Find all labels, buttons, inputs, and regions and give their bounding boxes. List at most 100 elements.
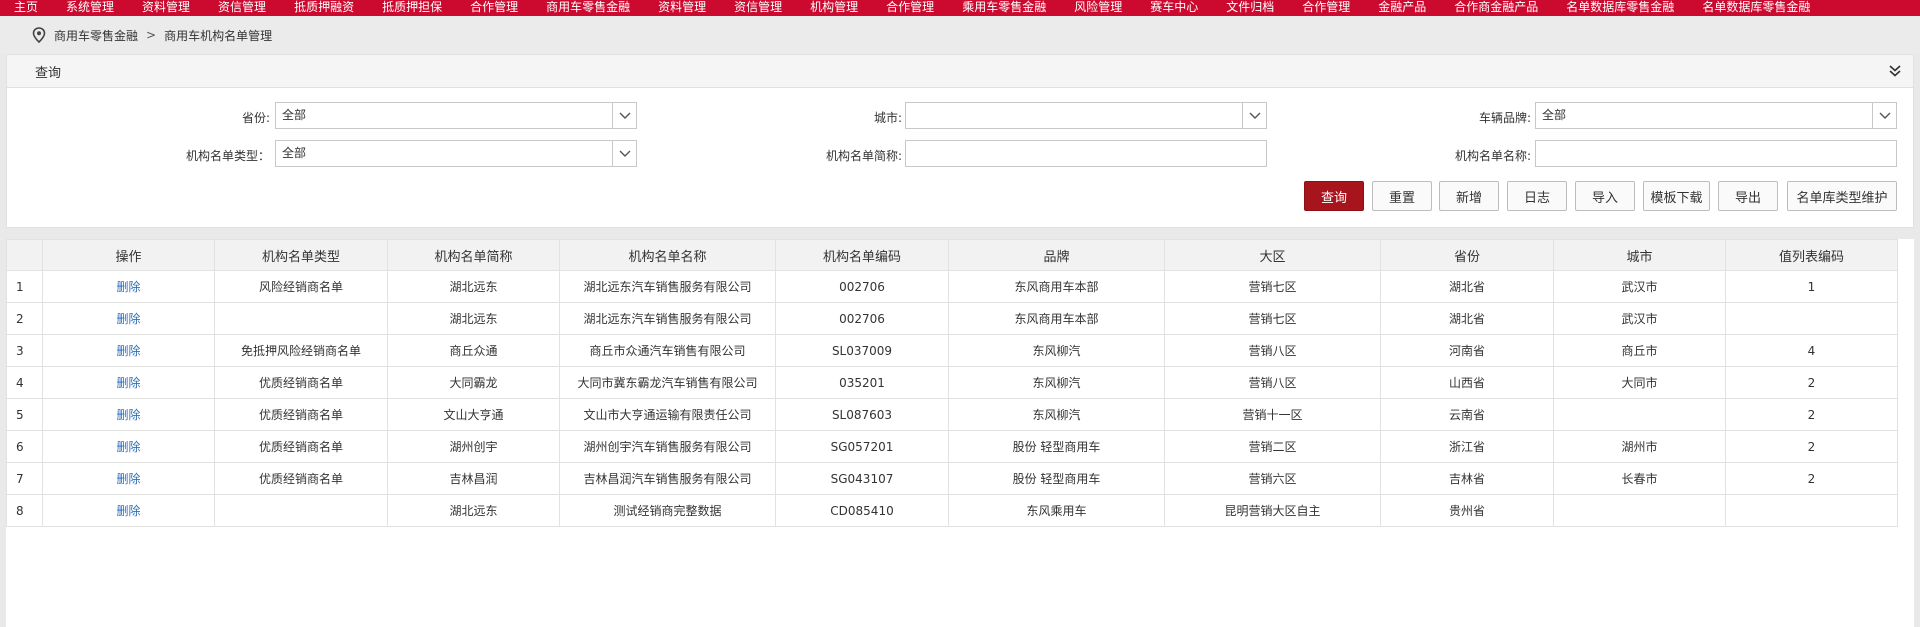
list-type-select[interactable]: 全部: [275, 140, 637, 167]
table-cell: 浙江省: [1380, 430, 1554, 463]
table-row: 2 删除 湖北远东 湖北远东汽车销售服务有限公司 002706 东风商用车本部 营销七区 湖北…: [6, 302, 1898, 335]
top-nav-item[interactable]: 合作管理: [1288, 1, 1364, 13]
chevron-down-icon[interactable]: [612, 103, 636, 128]
top-nav-item[interactable]: 合作管理: [872, 1, 948, 13]
column-header: 大区: [1164, 239, 1381, 271]
table-cell: 2: [1725, 366, 1898, 399]
log-button[interactable]: 日志: [1507, 181, 1567, 211]
province-select[interactable]: 全部: [275, 102, 637, 129]
column-header: 品牌: [948, 239, 1165, 271]
add-button[interactable]: 新增: [1439, 181, 1499, 211]
delete-link[interactable]: 删除: [116, 280, 140, 294]
top-nav-item[interactable]: 资料管理: [128, 1, 204, 13]
top-nav-item[interactable]: 抵质押融资: [280, 1, 368, 13]
table-cell: 优质经销商名单: [214, 398, 388, 431]
delete-link[interactable]: 删除: [116, 344, 140, 358]
table-cell: 东风商用车本部: [948, 270, 1165, 303]
table-cell: 股份 轻型商用车: [948, 462, 1165, 495]
list-short-name-label: 机构名单简称:: [825, 149, 902, 163]
table-row: 8 删除 湖北远东 测试经销商完整数据 CD085410 东风乘用车 昆明营销大区自主 贵州省: [6, 494, 1898, 527]
table-cell: 湖北远东汽车销售服务有限公司: [559, 302, 776, 335]
column-header: 机构名单类型: [214, 239, 388, 271]
top-nav-item[interactable]: 资信管理: [720, 1, 796, 13]
row-action-cell: 删除: [42, 302, 215, 335]
table-cell: 东风乘用车: [948, 494, 1165, 527]
top-nav-item[interactable]: 金融产品: [1364, 1, 1440, 13]
table-cell: 4: [1725, 334, 1898, 367]
template-download-button[interactable]: 模板下载: [1643, 181, 1710, 211]
column-header: 机构名单编码: [775, 239, 949, 271]
top-nav-item[interactable]: 风险管理: [1060, 1, 1136, 13]
table-cell: 002706: [775, 302, 949, 335]
delete-link[interactable]: 删除: [116, 408, 140, 422]
row-index-cell: 3: [6, 334, 43, 367]
table-row: 3 删除 免抵押风险经销商名单 商丘众通 商丘市众通汽车销售有限公司 SL037009 东风…: [6, 334, 1898, 367]
table-cell: SG057201: [775, 430, 949, 463]
export-button[interactable]: 导出: [1718, 181, 1778, 211]
top-nav-item[interactable]: 抵质押担保: [368, 1, 456, 13]
table-cell: 2: [1725, 462, 1898, 495]
table-cell: 营销七区: [1164, 302, 1381, 335]
vehicle-brand-label: 车辆品牌:: [1478, 111, 1531, 125]
query-panel-title: 查询: [35, 65, 62, 81]
table-cell: 湖北远东汽车销售服务有限公司: [559, 270, 776, 303]
breadcrumb-current: 商用车机构名单管理: [164, 28, 273, 43]
list-short-name-input[interactable]: [905, 140, 1267, 167]
table-cell: 文山大亨通: [387, 398, 560, 431]
table-cell: 贵州省: [1380, 494, 1554, 527]
delete-link[interactable]: 删除: [116, 376, 140, 390]
top-nav-item[interactable]: 资料管理: [644, 1, 720, 13]
top-nav-item[interactable]: 名单数据库零售金融: [1552, 1, 1688, 13]
top-nav-item[interactable]: 商用车零售金融: [532, 1, 644, 13]
top-nav-item[interactable]: 系统管理: [52, 1, 128, 13]
query-panel-header[interactable]: 查询: [7, 55, 1913, 88]
top-nav-item[interactable]: 合作商金融产品: [1440, 1, 1552, 13]
table-cell: 营销十一区: [1164, 398, 1381, 431]
breadcrumb-separator: >: [146, 28, 157, 42]
column-header: 值列表编码: [1725, 239, 1898, 271]
delete-link[interactable]: 删除: [116, 312, 140, 326]
table-cell: 湖北省: [1380, 270, 1554, 303]
table-cell: 湖州市: [1553, 430, 1726, 463]
column-header: 省份: [1380, 239, 1554, 271]
row-action-cell: 删除: [42, 270, 215, 303]
table-cell: [1725, 494, 1898, 527]
list-type-maintain-button[interactable]: 名单库类型维护: [1787, 181, 1897, 211]
chevron-down-icon[interactable]: [1872, 103, 1896, 128]
top-nav-item[interactable]: 资信管理: [204, 1, 280, 13]
table-row: 4 删除 优质经销商名单 大同霸龙 大同市冀东霸龙汽车销售有限公司 035201 东风柳汽营…: [6, 366, 1898, 399]
top-nav-item[interactable]: 合作管理: [456, 1, 532, 13]
top-nav-item[interactable]: 乘用车零售金融: [948, 1, 1060, 13]
chevron-down-icon[interactable]: [612, 141, 636, 166]
top-nav-item[interactable]: 赛车中心: [1136, 1, 1212, 13]
import-button[interactable]: 导入: [1575, 181, 1635, 211]
top-nav-item[interactable]: 主页: [0, 1, 52, 13]
list-type-label: 机构名单类型：: [185, 149, 270, 163]
top-nav-item[interactable]: 文件归档: [1212, 1, 1288, 13]
delete-link[interactable]: 删除: [116, 504, 140, 518]
top-nav-item[interactable]: 机构管理: [796, 1, 872, 13]
table-cell: 吉林昌润: [387, 462, 560, 495]
breadcrumb-root[interactable]: 商用车零售金融: [54, 27, 138, 44]
table-cell: 东风柳汽: [948, 366, 1165, 399]
row-action-cell: 删除: [42, 366, 215, 399]
chevron-down-icon[interactable]: [1242, 103, 1266, 128]
table-cell: 武汉市: [1553, 270, 1726, 303]
list-full-name-input[interactable]: [1535, 140, 1897, 167]
row-action-cell: 删除: [42, 334, 215, 367]
top-nav-item[interactable]: 名单数据库零售金融: [1688, 1, 1824, 13]
table-cell: 大同市冀东霸龙汽车销售有限公司: [559, 366, 776, 399]
reset-button[interactable]: 重置: [1372, 181, 1432, 211]
table-cell: 长春市: [1553, 462, 1726, 495]
collapse-chevrons-icon[interactable]: [1887, 63, 1903, 79]
results-table-container: 操作 机构名单类型 机构名单简称 机构名单名称 机构名单编码 品牌 大区 省份 城市 值列表编码 …: [6, 239, 1914, 627]
delete-link[interactable]: 删除: [116, 472, 140, 486]
table-cell: 营销八区: [1164, 334, 1381, 367]
row-index-cell: 8: [6, 494, 43, 527]
delete-link[interactable]: 删除: [116, 440, 140, 454]
row-index-cell: 2: [6, 302, 43, 335]
search-button[interactable]: 查询: [1304, 181, 1364, 211]
row-index-cell: 6: [6, 430, 43, 463]
vehicle-brand-select[interactable]: 全部: [1535, 102, 1897, 129]
city-select[interactable]: [905, 102, 1267, 129]
